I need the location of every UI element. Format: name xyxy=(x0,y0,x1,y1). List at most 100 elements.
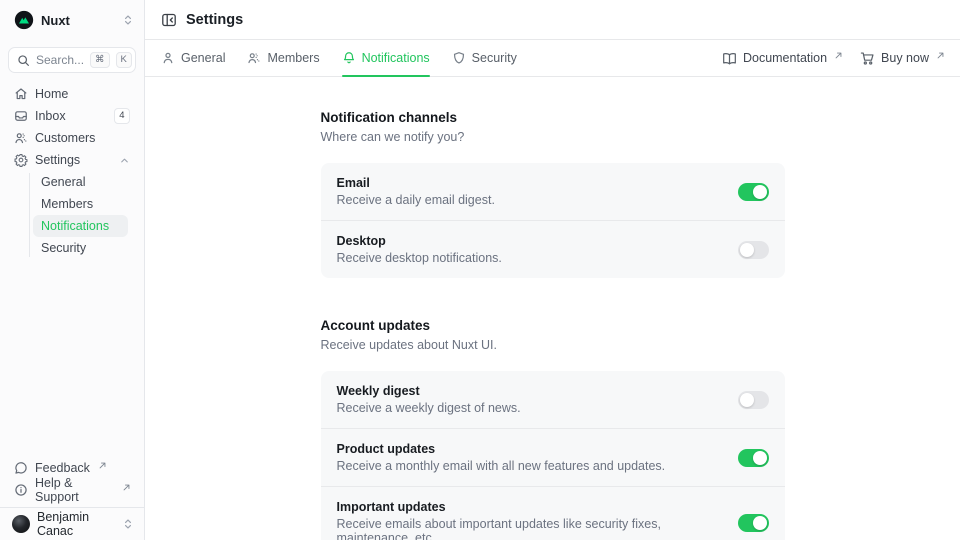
section-description: Where can we notify you? xyxy=(321,130,785,144)
tab-general[interactable]: General xyxy=(161,40,225,76)
chevron-up-icon xyxy=(119,155,130,166)
section-title: Account updates xyxy=(321,318,785,333)
section-account-updates: Account updates Receive updates about Nu… xyxy=(321,318,785,540)
tab-label: Members xyxy=(267,51,319,65)
setting-title: Product updates xyxy=(337,442,722,456)
avatar xyxy=(12,515,30,533)
setting-title: Desktop xyxy=(337,234,722,248)
tab-notifications[interactable]: Notifications xyxy=(342,40,430,76)
users-icon xyxy=(247,51,261,65)
nuxt-logo-icon xyxy=(14,10,34,30)
workspace-name: Nuxt xyxy=(41,13,115,28)
home-icon xyxy=(14,87,28,101)
page-title: Settings xyxy=(186,12,243,28)
sidebar-item-notifications[interactable]: Notifications xyxy=(33,215,128,237)
setting-row-important-updates: Important updates Receive emails about i… xyxy=(321,486,785,540)
sidebar-item-general[interactable]: General xyxy=(33,171,128,193)
sidebar-item-label: Notifications xyxy=(41,219,109,233)
tab-label: Notifications xyxy=(362,51,430,65)
sidebar-item-settings[interactable]: Settings xyxy=(8,149,136,171)
workspace-switcher[interactable]: Nuxt xyxy=(0,0,144,40)
section-description: Receive updates about Nuxt UI. xyxy=(321,338,785,352)
kbd-meta: ⌘ xyxy=(90,52,110,67)
search-input[interactable]: Search... ⌘ K xyxy=(8,47,136,73)
kbd-k: K xyxy=(116,52,132,67)
sidebar-item-help-support[interactable]: Help & Support xyxy=(8,479,136,501)
sidebar-item-label: Members xyxy=(41,197,93,211)
sidebar-footer-nav: Feedback Help & Support xyxy=(0,457,144,507)
external-link-icon xyxy=(99,462,106,469)
external-link-icon xyxy=(835,52,842,59)
tabbar-actions: Documentation Buy now xyxy=(722,51,944,66)
book-icon xyxy=(722,51,737,66)
main-panel: Settings General Members xyxy=(145,0,960,540)
sidebar-item-label: Settings xyxy=(35,153,80,167)
email-toggle[interactable] xyxy=(738,183,769,201)
sidebar-item-label: General xyxy=(41,175,85,189)
page-header: Settings xyxy=(145,0,960,40)
important-updates-toggle[interactable] xyxy=(738,514,769,532)
sidebar-item-label: Security xyxy=(41,241,86,255)
sidebar: Nuxt Search... ⌘ K Home xyxy=(0,0,145,540)
settings-card: Weekly digest Receive a weekly digest of… xyxy=(321,371,785,540)
setting-row-weekly-digest: Weekly digest Receive a weekly digest of… xyxy=(321,371,785,428)
shield-icon xyxy=(452,51,466,65)
chat-bubble-icon xyxy=(14,461,28,475)
sidebar-nav: Home Inbox 4 Customers xyxy=(0,83,144,259)
setting-description: Receive a weekly digest of news. xyxy=(337,401,722,415)
sidebar-item-label: Help & Support xyxy=(35,476,114,504)
buy-now-button[interactable]: Buy now xyxy=(860,51,944,66)
setting-title: Important updates xyxy=(337,500,722,514)
product-updates-toggle[interactable] xyxy=(738,449,769,467)
section-title: Notification channels xyxy=(321,110,785,125)
desktop-toggle[interactable] xyxy=(738,241,769,259)
sidebar-item-security[interactable]: Security xyxy=(33,237,128,259)
gear-icon xyxy=(14,153,28,167)
sidebar-collapse-icon[interactable] xyxy=(161,12,177,28)
user-name: Benjamin Canac xyxy=(37,510,115,538)
action-label: Buy now xyxy=(881,51,929,65)
users-icon xyxy=(14,131,28,145)
setting-description: Receive a daily email digest. xyxy=(337,193,722,207)
documentation-link[interactable]: Documentation xyxy=(722,51,842,66)
settings-card: Email Receive a daily email digest. Desk… xyxy=(321,163,785,278)
setting-row-desktop: Desktop Receive desktop notifications. xyxy=(321,220,785,278)
setting-description: Receive emails about important updates l… xyxy=(337,517,722,540)
tab-label: General xyxy=(181,51,225,65)
sidebar-spacer xyxy=(0,259,144,457)
search-placeholder: Search... xyxy=(36,53,84,67)
sidebar-item-label: Feedback xyxy=(35,461,90,475)
inbox-count-badge: 4 xyxy=(114,108,130,123)
tab-members[interactable]: Members xyxy=(247,40,319,76)
info-circle-icon xyxy=(14,483,28,497)
setting-row-product-updates: Product updates Receive a monthly email … xyxy=(321,428,785,486)
select-chevrons-icon xyxy=(122,14,134,26)
sidebar-item-label: Home xyxy=(35,87,68,101)
setting-description: Receive a monthly email with all new fea… xyxy=(337,459,722,473)
setting-row-email: Email Receive a daily email digest. xyxy=(321,163,785,220)
weekly-digest-toggle[interactable] xyxy=(738,391,769,409)
setting-title: Weekly digest xyxy=(337,384,722,398)
sidebar-item-inbox[interactable]: Inbox 4 xyxy=(8,105,136,127)
sidebar-item-members[interactable]: Members xyxy=(33,193,128,215)
settings-submenu: General Members Notifications Security xyxy=(29,171,136,259)
cart-icon xyxy=(860,51,875,66)
sidebar-item-label: Inbox xyxy=(35,109,66,123)
search-icon xyxy=(17,54,30,67)
sidebar-item-home[interactable]: Home xyxy=(8,83,136,105)
sidebar-item-customers[interactable]: Customers xyxy=(8,127,136,149)
external-link-icon xyxy=(937,52,944,59)
tab-security[interactable]: Security xyxy=(452,40,517,76)
bell-icon xyxy=(342,51,356,65)
user-menu[interactable]: Benjamin Canac xyxy=(0,507,144,540)
action-label: Documentation xyxy=(743,51,827,65)
select-chevrons-icon xyxy=(122,518,134,530)
tab-label: Security xyxy=(472,51,517,65)
setting-description: Receive desktop notifications. xyxy=(337,251,722,265)
section-notification-channels: Notification channels Where can we notif… xyxy=(321,110,785,278)
sidebar-item-label: Customers xyxy=(35,131,95,145)
user-icon xyxy=(161,51,175,65)
setting-title: Email xyxy=(337,176,722,190)
tab-bar: General Members Notifications xyxy=(145,40,960,77)
settings-content: Notification channels Where can we notif… xyxy=(145,77,960,540)
